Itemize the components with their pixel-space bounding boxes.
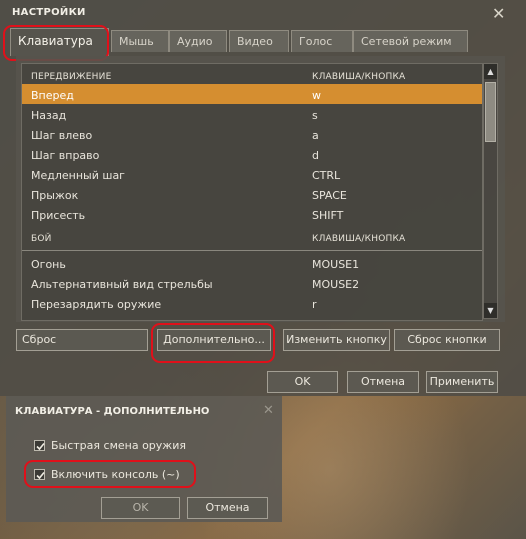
action-name: Присесть: [31, 209, 86, 222]
key-value: MOUSE1: [312, 258, 360, 271]
action-name: Назад: [31, 109, 67, 122]
action-name: Огонь: [31, 258, 66, 271]
tab-voice[interactable]: Голос: [291, 30, 353, 52]
tab-network[interactable]: Сетевой режим: [353, 30, 468, 52]
settings-close-icon[interactable]: ✕: [492, 6, 505, 22]
key-value: w: [312, 89, 321, 102]
key-value: CTRL: [312, 169, 341, 182]
column-header-key: КЛАВИША/КНОПКА: [312, 72, 406, 82]
section-title: БОЙ: [31, 234, 52, 244]
advanced-dialog-title: КЛАВИАТУРА - ДОПОЛНИТЕЛЬНО: [15, 406, 210, 417]
scroll-thumb[interactable]: [485, 82, 496, 142]
checkmark-icon: [36, 471, 45, 480]
cancel-button[interactable]: Отмена: [347, 371, 419, 393]
key-value: SHIFT: [312, 209, 344, 222]
table-row[interactable]: Прыжок SPACE: [22, 184, 482, 204]
action-name: Шаг влево: [31, 129, 93, 142]
action-name: Альтернативный вид стрельбы: [31, 278, 213, 291]
action-name: Перезарядить оружие: [31, 298, 162, 311]
key-bindings-list[interactable]: ПЕРЕДВИЖЕНИЕ КЛАВИША/КНОПКА Вперед w Наз…: [21, 63, 483, 321]
tab-video[interactable]: Видео: [229, 30, 289, 52]
tab-mouse[interactable]: Мышь: [111, 30, 169, 52]
list-section-header: БОЙ КЛАВИША/КНОПКА: [22, 230, 482, 251]
scroll-up-icon[interactable]: ▲: [484, 64, 497, 79]
table-row[interactable]: Вперед w: [22, 84, 482, 104]
checkbox-box[interactable]: [34, 469, 45, 480]
table-row[interactable]: Альтернативный вид стрельбы MOUSE2: [22, 273, 482, 293]
action-name: Медленный шаг: [31, 169, 125, 182]
table-row[interactable]: Шаг влево a: [22, 124, 482, 144]
table-row[interactable]: Шаг вправо d: [22, 144, 482, 164]
reset-button[interactable]: Сброс: [16, 329, 148, 351]
checkmark-icon: [36, 442, 45, 451]
tab-keyboard[interactable]: Клавиатура: [10, 28, 109, 56]
key-value: SPACE: [312, 189, 347, 202]
key-value: s: [312, 109, 318, 122]
advanced-ok-button[interactable]: OK: [101, 497, 180, 519]
reset-key-button[interactable]: Сброс кнопки: [394, 329, 500, 351]
key-value: r: [312, 298, 317, 311]
settings-title: НАСТРОЙКИ: [12, 7, 86, 18]
tab-audio[interactable]: Аудио: [169, 30, 227, 52]
table-row[interactable]: Назад s: [22, 104, 482, 124]
section-title: ПЕРЕДВИЖЕНИЕ: [31, 72, 112, 82]
list-section-header: ПЕРЕДВИЖЕНИЕ КЛАВИША/КНОПКА: [22, 64, 482, 84]
scroll-down-icon[interactable]: ▼: [484, 303, 497, 318]
table-row[interactable]: Огонь MOUSE1: [22, 253, 482, 273]
advanced-cancel-button[interactable]: Отмена: [187, 497, 268, 519]
checkbox-label: Включить консоль (~): [51, 468, 180, 481]
action-name: Шаг вправо: [31, 149, 100, 162]
key-value: d: [312, 149, 319, 162]
change-key-button[interactable]: Изменить кнопку: [283, 329, 390, 351]
list-scrollbar[interactable]: ▲ ▼: [483, 63, 498, 319]
table-row[interactable]: Медленный шаг CTRL: [22, 164, 482, 184]
advanced-button[interactable]: Дополнительно...: [157, 329, 271, 351]
advanced-close-icon[interactable]: ✕: [263, 403, 274, 419]
key-value: a: [312, 129, 319, 142]
key-value: MOUSE2: [312, 278, 360, 291]
action-name: Вперед: [31, 89, 74, 102]
ok-button[interactable]: OK: [267, 371, 338, 393]
table-row[interactable]: Присесть SHIFT: [22, 204, 482, 224]
action-name: Прыжок: [31, 189, 79, 202]
apply-button[interactable]: Применить: [426, 371, 498, 393]
table-row[interactable]: Перезарядить оружие r: [22, 293, 482, 313]
column-header-key: КЛАВИША/КНОПКА: [312, 234, 406, 244]
checkbox-label: Быстрая смена оружия: [51, 439, 186, 452]
checkbox-box[interactable]: [34, 440, 45, 451]
